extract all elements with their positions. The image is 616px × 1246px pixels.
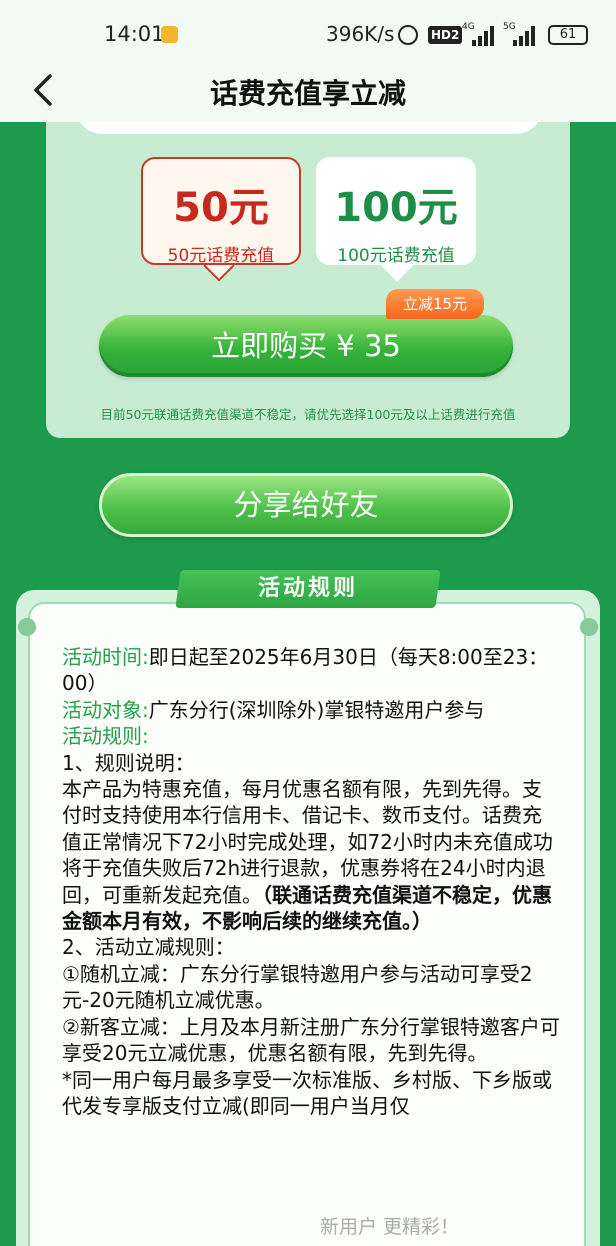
signal-5g-icon: 5G [503,22,537,46]
rules-header-label: 活动规则 [257,576,358,601]
recharge-card [46,90,570,438]
amount-option-100[interactable]: 100元 100元话费充值 [316,157,476,266]
rule-paragraph-1: 本产品为特惠充值，每月优惠名额有限，先到先得。支付时支持使用本行信用卡、借记卡、… [62,776,560,934]
rule-target-label: 活动对象: [62,697,149,722]
rules-header: 活动规则 [175,570,441,608]
signal-5g-label: 5G [503,22,516,32]
rule-section-label: 活动规则: [62,724,149,749]
rule-random-discount: ①随机立减：广东分行掌银特邀用户参与活动可享受2元-20元随机立减优惠。 [62,961,533,1013]
rule-new-customer: ②新客立减：上月及本月新注册广东分行掌银特邀客户可享受20元立减优惠，优惠名额有… [62,1014,560,1066]
amount-50-value: 50元 [173,185,269,231]
signal-4g-icon: 4G [462,22,496,46]
rule-limit-note: *同一用户每月最多享受一次标准版、乡村版、下乡版或代发专享版支付立减(即同一用户… [62,1067,552,1118]
status-bar: 14:01 396K/s HD2 4G 5G 61 [0,0,616,70]
overlay-caption: 新用户 更精彩！ [320,1216,460,1238]
share-button[interactable]: 分享给好友 [99,473,513,537]
alarm-icon [398,25,418,45]
amount-100-value: 100元 [334,185,458,231]
rule-subtitle-1: 1、规则说明： [62,750,195,775]
rule-target-value: 广东分行(深圳除外)掌银特邀用户参与 [148,697,485,722]
channel-notice: 目前50元联通话费充值渠道不稳定，请优先选择100元及以上话费进行充值 [100,407,516,422]
amount-option-50[interactable]: 50元 50元话费充值 [141,157,301,266]
amount-100-label: 100元话费充值 [337,246,455,266]
rule-time: 活动时间:即日起至2025年6月30日（每天8:00至23：00） [62,644,560,697]
nav-bar: 话费充值享立减 [0,62,616,122]
amount-50-label: 50元话费充值 [167,246,275,266]
discount-badge: 立减15元 [386,289,484,319]
hd-icon: HD2 [428,26,463,44]
rule-time-label: 活动时间: [62,645,149,669]
rules-right-dot [580,618,598,636]
buy-now-button[interactable]: 立即购买 ¥ 35 [99,315,513,377]
status-time: 14:01 [104,22,165,46]
rules-left-dot [18,618,36,636]
signal-4g-label: 4G [462,22,475,32]
rule-target: 活动对象:广东分行(深圳除外)掌银特邀用户参与 [62,697,560,723]
rules-text: 活动时间:即日起至2025年6月30日（每天8:00至23：00） 活动对象:广… [62,644,560,1119]
rule-subtitle-2: 2、活动立减规则： [62,935,235,960]
battery-icon: 61 [548,25,588,45]
notification-icon [161,26,178,43]
network-speed: 396K/s [326,22,395,46]
page-title: 话费充值享立减 [209,77,406,110]
